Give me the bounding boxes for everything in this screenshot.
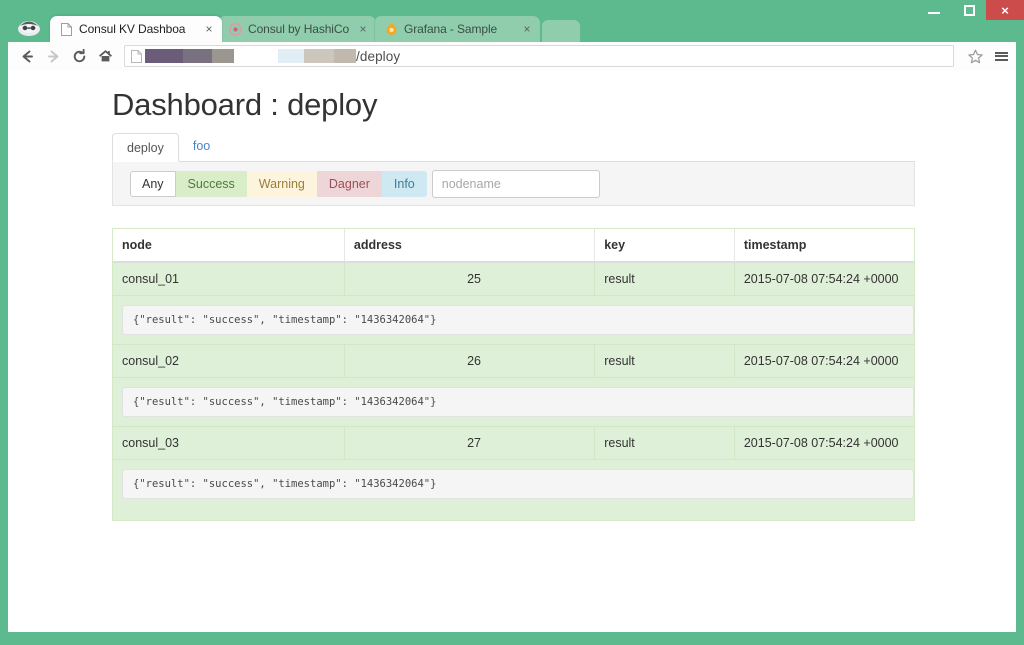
table-detail-row: {"result": "success", "timestamp": "1436… <box>113 295 914 345</box>
cell-key: result <box>594 261 735 296</box>
browser-tab-strip: Consul KV Dashboa × Consul by HashiCo × <box>0 14 1024 42</box>
filter-button-any[interactable]: Any <box>130 170 176 197</box>
filter-button-info[interactable]: Info <box>381 170 427 197</box>
address-bar[interactable]: /deploy <box>124 45 954 67</box>
table-row[interactable]: consul_01 25 result 2015-07-08 07:54:24 … <box>113 261 914 296</box>
detail-cell: {"result": "success", "timestamp": "1436… <box>113 377 914 427</box>
cell-node: consul_03 <box>113 426 345 460</box>
browser-menu-icon[interactable] <box>988 43 1014 69</box>
column-header-address[interactable]: address <box>344 229 596 263</box>
tab-close-icon[interactable]: × <box>520 22 534 36</box>
cell-timestamp: 2015-07-08 07:54:24 +0000 <box>734 344 914 378</box>
home-icon[interactable] <box>92 43 118 69</box>
filter-info-label: Info <box>393 176 415 191</box>
detail-cell: {"result": "success", "timestamp": "1436… <box>113 459 914 508</box>
results-table: node address key timestamp consul_01 25 … <box>113 229 914 508</box>
url-redaction-block-5 <box>304 49 334 63</box>
column-header-node[interactable]: node <box>113 229 345 263</box>
table-detail-row: {"result": "success", "timestamp": "1436… <box>113 459 914 508</box>
cell-timestamp: 2015-07-08 07:54:24 +0000 <box>734 426 914 460</box>
filter-button-warning[interactable]: Warning <box>246 170 317 197</box>
browser-window: × Consul KV Dashboa × Consul by HashiCo … <box>0 0 1024 645</box>
browser-tab-2[interactable]: Grafana - Sample × <box>374 16 540 42</box>
browser-tab-title: Consul KV Dashboa <box>79 22 186 36</box>
url-redaction-block-4 <box>278 49 304 63</box>
grafana-icon <box>384 22 398 36</box>
tab-foo-label: foo <box>192 139 211 153</box>
filter-success-label: Success <box>187 176 235 191</box>
results-panel: node address key timestamp consul_01 25 … <box>112 228 915 521</box>
table-row[interactable]: consul_02 26 result 2015-07-08 07:54:24 … <box>113 344 914 378</box>
tab-deploy[interactable]: deploy <box>112 133 179 162</box>
cell-timestamp: 2015-07-08 07:54:24 +0000 <box>734 261 914 296</box>
tab-close-icon[interactable]: × <box>356 22 370 36</box>
url-redaction-gap <box>234 49 278 63</box>
browser-tab-title: Consul by HashiCo <box>248 22 350 36</box>
page-icon <box>59 22 73 36</box>
cell-node: consul_01 <box>113 261 345 296</box>
results-table-head: node address key timestamp <box>113 229 914 263</box>
back-icon[interactable] <box>14 43 40 69</box>
new-tab-button[interactable] <box>542 20 580 42</box>
filter-warning-label: Warning <box>258 176 305 191</box>
tab-close-icon[interactable]: × <box>202 22 216 36</box>
table-header-row: node address key timestamp <box>113 229 914 263</box>
tab-deploy-label: deploy <box>127 141 164 155</box>
chrome-logo-icon <box>12 14 46 40</box>
browser-toolbar: /deploy <box>8 42 1016 70</box>
url-redaction-block-3 <box>212 49 234 63</box>
detail-json: {"result": "success", "timestamp": "1436… <box>122 469 914 499</box>
reload-icon[interactable] <box>66 43 92 69</box>
column-header-timestamp[interactable]: timestamp <box>734 229 914 263</box>
url-redaction-block-2 <box>183 49 212 63</box>
page-viewport: Dashboard : deploy deploy foo Any Succes… <box>8 70 1016 632</box>
url-redaction-block-1 <box>145 49 183 63</box>
detail-cell: {"result": "success", "timestamp": "1436… <box>113 295 914 345</box>
page-security-icon <box>131 49 142 63</box>
filter-danger-label: Dagner <box>328 176 370 191</box>
filter-button-success[interactable]: Success <box>175 170 247 197</box>
tab-foo[interactable]: foo <box>179 132 224 161</box>
cell-key: result <box>594 344 735 378</box>
cell-address: 27 <box>344 426 596 460</box>
filter-toolbar: Any Success Warning Dagner Info <box>112 162 915 206</box>
browser-tab-title: Grafana - Sample <box>404 22 498 36</box>
forward-icon[interactable] <box>40 43 66 69</box>
table-row[interactable]: consul_03 27 result 2015-07-08 07:54:24 … <box>113 426 914 460</box>
cell-address: 26 <box>344 344 596 378</box>
browser-tab-1[interactable]: Consul by HashiCo × <box>218 16 376 42</box>
column-header-key[interactable]: key <box>594 229 735 263</box>
table-detail-row: {"result": "success", "timestamp": "1436… <box>113 377 914 427</box>
cell-node: consul_02 <box>113 344 345 378</box>
detail-json: {"result": "success", "timestamp": "1436… <box>122 387 914 417</box>
cell-address: 25 <box>344 261 596 296</box>
dashboard-tabs: deploy foo <box>112 132 915 162</box>
nodename-search-input[interactable] <box>431 169 600 198</box>
cell-key: result <box>594 426 735 460</box>
consul-icon <box>228 22 242 36</box>
url-redaction-block-6 <box>334 49 356 63</box>
browser-tab-0[interactable]: Consul KV Dashboa × <box>50 16 222 42</box>
filter-any-label: Any <box>142 176 164 191</box>
detail-json: {"result": "success", "timestamp": "1436… <box>122 305 914 335</box>
filter-button-danger[interactable]: Dagner <box>316 170 382 197</box>
url-text: /deploy <box>356 48 401 64</box>
results-table-body: consul_01 25 result 2015-07-08 07:54:24 … <box>113 261 914 508</box>
page-title: Dashboard : deploy <box>112 87 378 122</box>
bookmark-star-icon[interactable] <box>962 43 988 69</box>
